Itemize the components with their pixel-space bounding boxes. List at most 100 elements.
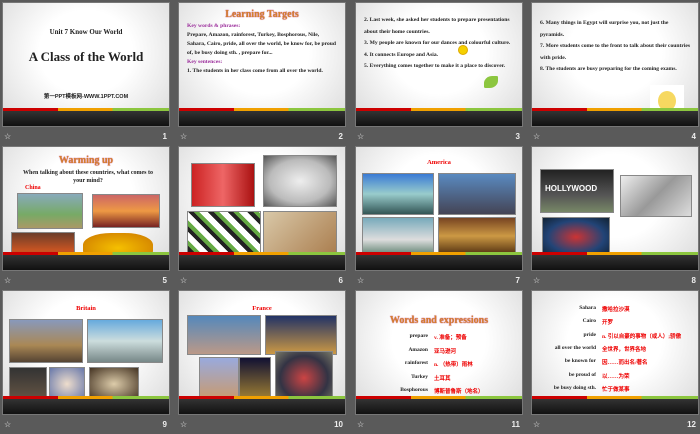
text-line: 4. It connects Europe and Asia. <box>364 51 439 58</box>
text-line: 6. Many things in Egypt will surprise yo… <box>540 20 669 38</box>
lanterns-image <box>191 163 255 207</box>
slide-thumbnail-1[interactable]: Unit 7 Know Our World A Class of the Wor… <box>2 2 170 146</box>
slide-number: 12 <box>687 420 696 429</box>
term-label: Sahara <box>579 305 596 311</box>
star-icon[interactable]: ☆ <box>4 132 11 141</box>
term-translation: 土耳其 <box>434 375 451 382</box>
term-label: Turkey <box>411 373 428 380</box>
slide-number: 10 <box>334 420 343 429</box>
country-label: China <box>25 185 41 191</box>
text-line: 2. Last week, she asked her students to … <box>364 17 510 35</box>
slide-footer-text: 第一PPT模板网-WWW.1PPT.COM <box>43 94 129 100</box>
bottom-band <box>179 111 345 126</box>
big-ben-image <box>9 319 83 363</box>
term-label: Amazon <box>408 346 428 353</box>
star-icon[interactable]: ☆ <box>4 420 11 429</box>
text-line: 8. The students are busy preparing for t… <box>540 66 677 72</box>
slide-number: 9 <box>162 420 167 429</box>
slide-2[interactable]: Learning Targets Key words & phrases: Pr… <box>178 2 346 127</box>
slide-number: 5 <box>162 276 167 285</box>
star-icon[interactable]: ☆ <box>180 132 187 141</box>
slide-number: 3 <box>515 132 520 141</box>
hollywood-image: HOLLYWOOD <box>540 169 614 213</box>
bottom-band <box>532 111 698 126</box>
slide-8[interactable]: HOLLYWOOD <box>531 146 699 271</box>
tower-bridge-image <box>87 319 163 363</box>
slide-thumbnail-10[interactable]: France ☆ 10 <box>178 290 346 434</box>
slide-subtitle: Unit 7 Know Our World <box>49 28 123 36</box>
star-icon[interactable]: ☆ <box>533 132 540 141</box>
slide-6[interactable] <box>178 146 346 271</box>
term-label: be busy doing sth. <box>553 384 596 391</box>
dumplings-image <box>263 155 337 207</box>
country-label: America <box>427 159 451 166</box>
term-translation: n. （热带）雨林 <box>434 362 473 368</box>
slide-number: 2 <box>338 132 343 141</box>
slide-heading: Learning Targets <box>225 9 299 20</box>
slide-number: 8 <box>691 276 696 285</box>
bottom-band <box>3 399 169 414</box>
slide-thumbnail-3[interactable]: 2. Last week, she asked her students to … <box>355 2 523 146</box>
term-translation: 撒哈拉沙漠 <box>602 307 630 313</box>
keywords-label: Key words & phrases: <box>187 23 241 29</box>
term-label: be proud of <box>568 371 596 378</box>
slide-9[interactable]: Britain <box>2 290 170 415</box>
slide-thumbnail-11[interactable]: Words and expressions prepare v. 准备；预备 Ama… <box>355 290 523 434</box>
term-label: Bosphorous <box>400 387 428 393</box>
slide-4[interactable]: 6. Many things in Egypt will surprise yo… <box>531 2 699 127</box>
country-label: France <box>252 305 272 312</box>
slide-number: 11 <box>511 420 520 429</box>
paris-image <box>187 315 261 355</box>
sentences-text: 1. The students in her class come from a… <box>187 68 323 74</box>
slide-11[interactable]: Words and expressions prepare v. 准备；预备 Ama… <box>355 290 523 415</box>
city-skyline-image <box>438 173 516 215</box>
slide-5[interactable]: Warming up When talking about these coun… <box>2 146 170 271</box>
star-icon[interactable]: ☆ <box>357 420 364 429</box>
sun-icon <box>458 45 468 55</box>
slide-1[interactable]: Unit 7 Know Our World A Class of the Wor… <box>2 2 170 127</box>
text-line: 7. More students come to the front to ta… <box>540 43 691 61</box>
slide-10[interactable]: France <box>178 290 346 415</box>
slide-thumbnail-2[interactable]: Learning Targets Key words & phrases: Pr… <box>178 2 346 146</box>
star-icon[interactable]: ☆ <box>533 276 540 285</box>
bottom-band <box>532 255 698 270</box>
star-icon[interactable]: ☆ <box>180 276 187 285</box>
slide-number: 7 <box>515 276 520 285</box>
slide-thumbnail-8[interactable]: HOLLYWOOD ☆ 8 <box>531 146 699 290</box>
term-translation: 全世界，世界各地 <box>602 346 647 353</box>
keywords-text: Prepare, Amazon, rainforest, Turkey, Bos… <box>187 32 336 56</box>
capitol-image <box>362 217 434 255</box>
slide-thumbnail-9[interactable]: Britain ☆ 9 <box>2 290 170 434</box>
star-icon[interactable]: ☆ <box>533 420 540 429</box>
bottom-band <box>3 111 169 126</box>
slide-number: 4 <box>691 132 696 141</box>
slide-7[interactable]: America <box>355 146 523 271</box>
star-icon[interactable]: ☆ <box>357 132 364 141</box>
star-icon[interactable]: ☆ <box>357 276 364 285</box>
slide-thumbnail-4[interactable]: 6. Many things in Egypt will surprise yo… <box>531 2 699 146</box>
bottom-band <box>356 111 522 126</box>
slide-number: 6 <box>338 276 343 285</box>
star-icon[interactable]: ☆ <box>4 276 11 285</box>
hollywood-sign: HOLLYWOOD <box>545 184 598 193</box>
slide-3[interactable]: 2. Last week, she asked her students to … <box>355 2 523 127</box>
bottom-band <box>356 399 522 414</box>
star-icon[interactable]: ☆ <box>180 420 187 429</box>
louvre-image <box>265 315 337 355</box>
country-label: Britain <box>76 305 96 312</box>
term-translation: 开罗 <box>602 320 614 327</box>
term-translation: n. 引以自豪的事物（或人）;骄傲 <box>602 333 682 340</box>
term-label: Cairo <box>582 318 596 325</box>
phone-image <box>620 175 692 217</box>
term-translation: 忙于做某事 <box>602 386 630 393</box>
slide-thumbnail-7[interactable]: America ☆ 7 <box>355 146 523 290</box>
slide-thumbnail-12[interactable]: Sahara 撒哈拉沙漠 Cairo 开罗 pride n. 引以自豪的事物（或人）;骄傲… <box>531 290 699 434</box>
slide-title: A Class of the World <box>28 49 144 64</box>
slide-thumbnail-6[interactable]: ☆ 6 <box>178 146 346 290</box>
slide-thumbnail-5[interactable]: Warming up When talking about these coun… <box>2 146 170 290</box>
slide-12[interactable]: Sahara 撒哈拉沙漠 Cairo 开罗 pride n. 引以自豪的事物（或人）;骄傲… <box>531 290 699 415</box>
statue-of-liberty-image <box>362 173 434 215</box>
slide-number: 1 <box>162 132 167 141</box>
bottom-band <box>3 255 169 270</box>
library-image <box>438 217 516 255</box>
